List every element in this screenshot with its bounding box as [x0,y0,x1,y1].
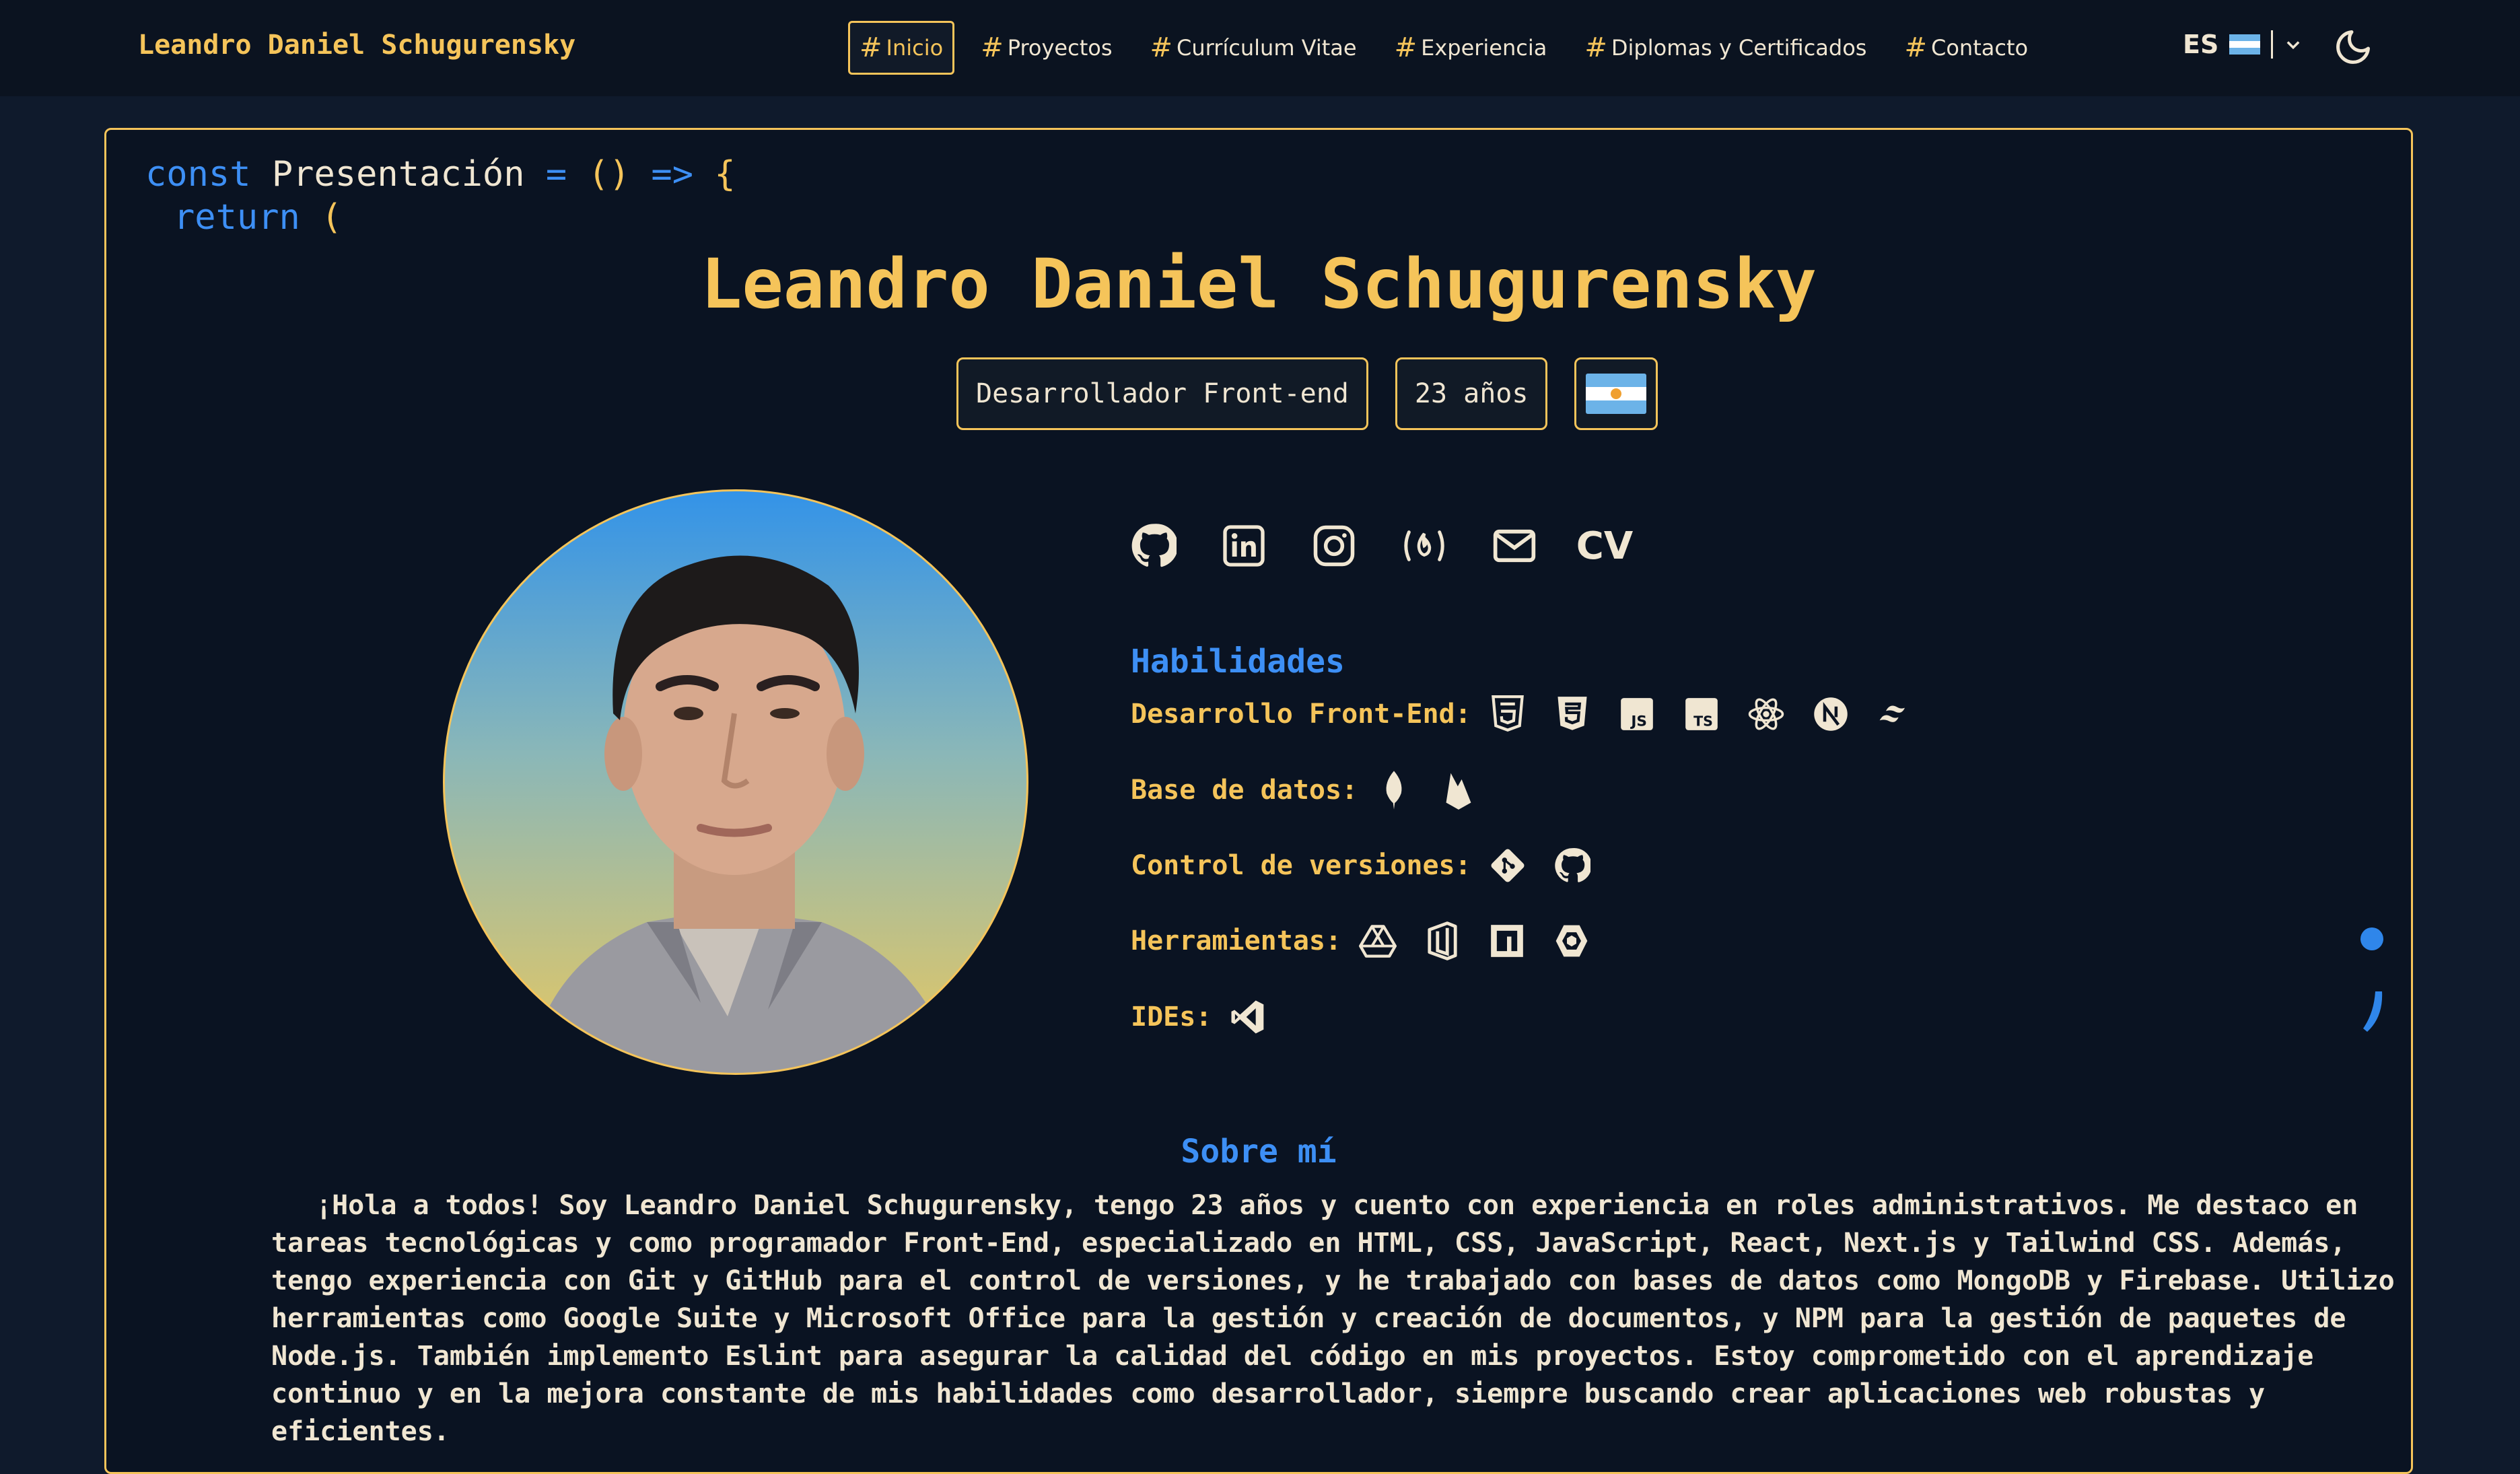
nav-link-label: Currículum Vitae [1177,35,1357,61]
eslint-icon [1553,922,1590,960]
vscode-icon [1229,998,1267,1036]
social-links: CV [1131,523,1633,569]
brand-link[interactable]: Leandro Daniel Schugurensky [138,30,575,61]
mail-icon[interactable] [1492,523,1537,569]
presentation-card: const Presentación = () => { return ( Le… [104,128,2413,1474]
cv-download-link[interactable]: CV [1576,523,1633,569]
hash-icon: # [1150,32,1172,63]
language-code: ES [2183,30,2219,59]
skill-label: Desarrollo Front-End: [1131,699,1471,730]
code-line-return: return ( [174,197,343,238]
svg-text:TS: TS [1693,713,1713,729]
instagram-icon[interactable] [1311,523,1357,569]
nav-link-label: Diplomas y Certificados [1611,35,1867,61]
mongodb-icon [1375,771,1413,810]
react-icon [1747,695,1785,733]
nav-link-label: Proyectos [1007,35,1113,61]
skill-row-databases: Base de datos: [1131,771,1477,810]
nationality-badge [1574,357,1658,430]
hash-icon: # [1904,32,1927,63]
skills-title: Habilidades [1131,643,1345,680]
nav-link-label: Inicio [886,35,944,61]
hash-icon: # [1584,32,1607,63]
skill-label: Herramientas: [1131,925,1342,956]
skill-label: Control de versiones: [1131,850,1471,881]
nextjs-icon [1812,695,1850,733]
age-badge: 23 años [1395,357,1548,430]
about-paragraph: ¡Hola a todos! Soy Leandro Daniel Schugu… [271,1190,2395,1447]
semicolon-decoration [2360,927,2383,1032]
argentina-flag-icon [1586,374,1647,414]
hash-icon: # [981,32,1004,63]
nav-link-curriculum[interactable]: # Currículum Vitae [1138,21,1368,75]
skill-row-ides: IDEs: [1131,998,1267,1036]
html5-icon [1489,695,1527,733]
navbar: Leandro Daniel Schugurensky # Inicio # P… [0,0,2520,96]
nav-link-proyectos[interactable]: # Proyectos [969,21,1123,75]
freecodecamp-icon[interactable] [1401,523,1447,569]
hash-icon: # [1394,32,1418,63]
skill-label: IDEs: [1131,1002,1212,1032]
tailwind-icon [1877,695,1914,733]
git-icon [1489,847,1527,884]
github-icon [1553,847,1591,884]
javascript-icon: JS [1618,695,1656,733]
about-title: Sobre mí [1181,1133,1337,1170]
typescript-icon: TS [1683,695,1720,733]
language-selector[interactable]: ES [2183,30,2303,59]
hero-name: Leandro Daniel Schugurensky [700,244,1817,324]
nav-link-experiencia[interactable]: # Experiencia [1383,21,1559,75]
nav-links: # Inicio # Proyectos # Currículum Vitae … [848,21,2054,75]
github-icon[interactable] [1131,523,1177,569]
skill-row-versioning: Control de versiones: [1131,847,1591,884]
profile-photo-illustration [526,555,956,1073]
skill-label: Base de datos: [1131,775,1358,806]
argentina-flag-icon [2229,34,2261,55]
profile-photo [443,489,1028,1075]
chevron-down-icon [2286,41,2300,50]
divider [2271,30,2274,59]
skill-row-tools: Herramientas: [1131,921,1590,960]
theme-toggle-moon-icon[interactable] [2333,27,2373,67]
code-line-const: const Presentación = () => { [145,154,736,195]
svg-text:JS: JS [1630,713,1647,730]
badges: Desarrollador Front-end 23 años [956,357,1658,430]
google-drive-icon [1359,922,1397,960]
hash-icon: # [860,32,882,63]
nav-link-contacto[interactable]: # Contacto [1893,21,2039,75]
npm-icon [1488,922,1526,960]
nav-link-label: Contacto [1930,35,2029,61]
nav-link-inicio[interactable]: # Inicio [848,21,955,75]
role-badge: Desarrollador Front-end [956,357,1368,430]
office-icon [1424,921,1461,960]
firebase-icon [1440,771,1477,810]
linkedin-icon[interactable] [1221,523,1267,569]
nav-link-diplomas[interactable]: # Diplomas y Certificados [1573,21,1878,75]
nav-link-label: Experiencia [1421,35,1547,61]
skill-row-frontend: Desarrollo Front-End: JS TS [1131,695,1914,733]
css3-icon [1553,695,1591,733]
